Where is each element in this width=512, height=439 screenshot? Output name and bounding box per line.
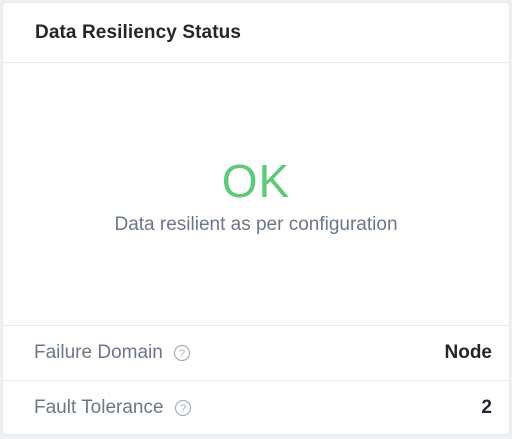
data-resiliency-card: Data Resiliency Status OK Data resilient… <box>2 2 510 435</box>
svg-text:?: ? <box>179 348 185 360</box>
fault-tolerance-value: 2 <box>481 397 492 418</box>
help-circle-icon[interactable]: ? <box>173 344 191 362</box>
status-area: OK Data resilient as per configuration <box>3 63 509 325</box>
failure-domain-label: Failure Domain <box>34 342 163 363</box>
status-value: OK <box>221 155 291 207</box>
fault-tolerance-label: Fault Tolerance <box>34 397 164 418</box>
svg-text:?: ? <box>180 403 186 415</box>
card-header: Data Resiliency Status <box>3 3 509 63</box>
row-fault-tolerance: Fault Tolerance ? 2 <box>3 380 509 434</box>
row-label-group: Failure Domain ? <box>34 342 191 364</box>
row-label-group: Fault Tolerance ? <box>34 397 192 419</box>
failure-domain-value: Node <box>444 342 493 363</box>
row-failure-domain: Failure Domain ? Node <box>3 325 509 380</box>
card-title: Data Resiliency Status <box>35 21 242 43</box>
status-description: Data resilient as per configuration <box>114 214 398 235</box>
help-circle-icon[interactable]: ? <box>174 399 192 417</box>
